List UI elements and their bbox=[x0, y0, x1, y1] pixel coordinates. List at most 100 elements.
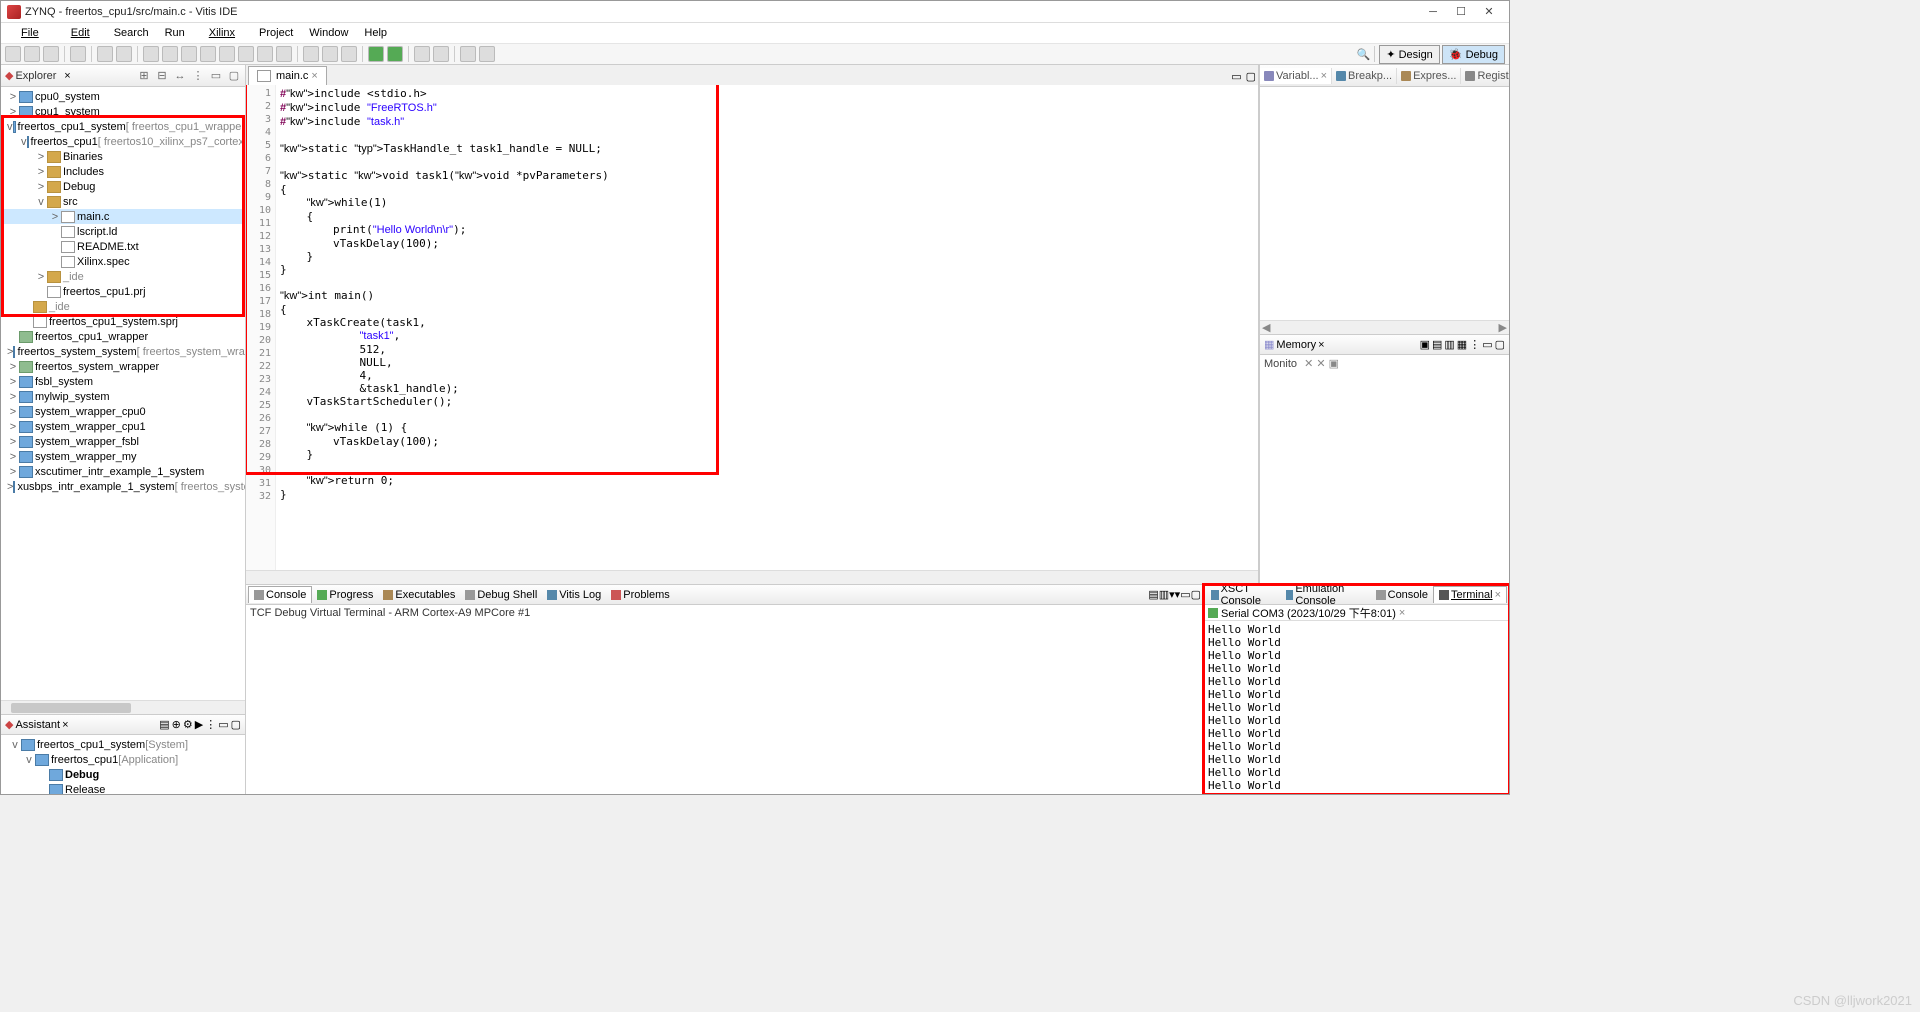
close-tab-icon[interactable]: × bbox=[311, 70, 317, 82]
tree-item[interactable]: Debug bbox=[3, 767, 243, 782]
forward-button[interactable] bbox=[479, 46, 495, 62]
tb-icon-3[interactable] bbox=[341, 46, 357, 62]
tab-console-2[interactable]: Console bbox=[1371, 587, 1433, 603]
memory-close-icon[interactable]: × bbox=[1318, 339, 1324, 351]
explorer-close-icon[interactable]: × bbox=[60, 69, 74, 83]
tree-item[interactable]: freertos_cpu1_system.sprj bbox=[1, 314, 245, 329]
editor-scrollbar[interactable] bbox=[246, 570, 1258, 584]
explorer-maximize-icon[interactable]: ▢ bbox=[227, 69, 241, 83]
tree-item[interactable]: >_ide bbox=[1, 269, 245, 284]
tree-item[interactable]: >fsbl_system bbox=[1, 374, 245, 389]
step-into-button[interactable] bbox=[238, 46, 254, 62]
suspend-button[interactable] bbox=[181, 46, 197, 62]
explorer-minimize-icon[interactable]: ▭ bbox=[209, 69, 223, 83]
tree-item[interactable]: >system_wrapper_fsbl bbox=[1, 434, 245, 449]
assistant-close-icon[interactable]: × bbox=[62, 719, 68, 731]
menu-file[interactable]: File bbox=[5, 25, 55, 41]
tree-item[interactable]: >system_wrapper_my bbox=[1, 449, 245, 464]
explorer-toolbar-icon[interactable]: ⋮ bbox=[191, 69, 205, 83]
tb-icon-1[interactable] bbox=[303, 46, 319, 62]
tree-item[interactable]: >xusbps_intr_example_1_system [ freertos… bbox=[1, 479, 245, 494]
tab-registers[interactable]: Registe... bbox=[1461, 68, 1509, 84]
tab-expressions[interactable]: Expres... bbox=[1397, 68, 1461, 84]
tree-item[interactable]: vfreertos_cpu1 [Application] bbox=[3, 752, 243, 767]
tab-terminal[interactable]: Terminal× bbox=[1433, 586, 1507, 603]
tree-item[interactable]: vfreertos_cpu1_system [ freertos_cpu1_wr… bbox=[1, 119, 245, 134]
menu-search[interactable]: Search bbox=[106, 25, 157, 41]
console-icon[interactable]: ▥ bbox=[1159, 588, 1169, 601]
tab-progress[interactable]: Progress bbox=[312, 587, 378, 603]
tree-item[interactable]: >Binaries bbox=[1, 149, 245, 164]
wand-icon[interactable] bbox=[116, 46, 132, 62]
console-maximize-icon[interactable]: ▢ bbox=[1191, 588, 1201, 601]
serial-close-icon[interactable]: × bbox=[1399, 607, 1405, 619]
editor-maximize-icon[interactable]: ▢ bbox=[1244, 68, 1258, 85]
tree-item[interactable]: Release bbox=[3, 782, 243, 794]
tree-item[interactable]: >mylwip_system bbox=[1, 389, 245, 404]
console-minimize-icon[interactable]: ▭ bbox=[1180, 588, 1190, 601]
tree-item[interactable]: lscript.ld bbox=[1, 224, 245, 239]
step-over-button[interactable] bbox=[257, 46, 273, 62]
build-button[interactable] bbox=[70, 46, 86, 62]
tree-item[interactable]: vfreertos_cpu1_system [System] bbox=[3, 737, 243, 752]
mem-icon[interactable]: ▤ bbox=[1432, 338, 1442, 351]
debug-button[interactable] bbox=[387, 46, 403, 62]
tab-vitis-log[interactable]: Vitis Log bbox=[542, 587, 606, 603]
terminate-button[interactable] bbox=[200, 46, 216, 62]
tree-item[interactable]: vsrc bbox=[1, 194, 245, 209]
step-return-button[interactable] bbox=[276, 46, 292, 62]
mem-icon[interactable]: ⋮ bbox=[1469, 338, 1480, 351]
perspective-design[interactable]: ✦ Design bbox=[1379, 45, 1440, 64]
search-icon[interactable]: 🔍 bbox=[1357, 48, 1371, 61]
tb-icon-5[interactable] bbox=[433, 46, 449, 62]
tree-item[interactable]: >freertos_system_system [ freertos_syste… bbox=[1, 344, 245, 359]
back-button[interactable] bbox=[460, 46, 476, 62]
code-editor[interactable]: 1234567891011121314151617181920212223242… bbox=[246, 85, 1258, 570]
tab-breakpoints[interactable]: Breakp... bbox=[1332, 68, 1397, 84]
console-icon[interactable]: ▤ bbox=[1148, 588, 1158, 601]
console-body[interactable]: TCF Debug Virtual Terminal - ARM Cortex-… bbox=[246, 605, 1203, 794]
explorer-toolbar-icon[interactable]: ↔ bbox=[173, 69, 187, 83]
mem-icon[interactable]: ▣ bbox=[1420, 338, 1430, 351]
tab-console[interactable]: Console bbox=[248, 586, 312, 603]
save-button[interactable] bbox=[24, 46, 40, 62]
asst-maximize-icon[interactable]: ▢ bbox=[231, 718, 241, 731]
tree-item[interactable]: >freertos_system_wrapper bbox=[1, 359, 245, 374]
menu-edit[interactable]: Edit bbox=[55, 25, 106, 41]
asst-icon[interactable]: ⊕ bbox=[172, 718, 181, 731]
tree-item[interactable]: >cpu0_system bbox=[1, 89, 245, 104]
tree-item[interactable]: >system_wrapper_cpu1 bbox=[1, 419, 245, 434]
tree-item[interactable]: freertos_cpu1_wrapper bbox=[1, 329, 245, 344]
tree-item[interactable]: >xscutimer_intr_example_1_system bbox=[1, 464, 245, 479]
menu-window[interactable]: Window bbox=[301, 25, 356, 41]
tree-item[interactable]: >cpu1_system bbox=[1, 104, 245, 119]
tb-icon-4[interactable] bbox=[414, 46, 430, 62]
hammer-icon[interactable] bbox=[97, 46, 113, 62]
tab-problems[interactable]: Problems bbox=[606, 587, 674, 603]
minimize-button[interactable]: ─ bbox=[1419, 3, 1447, 21]
asst-minimize-icon[interactable]: ▭ bbox=[218, 718, 228, 731]
tree-item[interactable]: freertos_cpu1.prj bbox=[1, 284, 245, 299]
explorer-toolbar-icon[interactable]: ⊟ bbox=[155, 69, 169, 83]
menu-project[interactable]: Project bbox=[251, 25, 301, 41]
tree-item[interactable]: _ide bbox=[1, 299, 245, 314]
tab-debug-shell[interactable]: Debug Shell bbox=[460, 587, 542, 603]
resume-button[interactable] bbox=[162, 46, 178, 62]
explorer-toolbar-icon[interactable]: ⊞ bbox=[137, 69, 151, 83]
tab-variables[interactable]: Variabl...× bbox=[1260, 68, 1332, 84]
mem-minimize-icon[interactable]: ▭ bbox=[1482, 338, 1492, 351]
mem-maximize-icon[interactable]: ▢ bbox=[1495, 338, 1505, 351]
memory-view[interactable]: Monito ✕ ✕ ▣ bbox=[1260, 355, 1509, 584]
skip-button[interactable] bbox=[143, 46, 159, 62]
tree-item[interactable]: >Includes bbox=[1, 164, 245, 179]
new-button[interactable] bbox=[5, 46, 21, 62]
menu-xilinx[interactable]: Xilinx bbox=[193, 25, 251, 41]
horizontal-scrollbar[interactable] bbox=[1, 700, 245, 714]
asst-icon[interactable]: ▶ bbox=[195, 718, 203, 731]
editor-minimize-icon[interactable]: ▭ bbox=[1229, 68, 1243, 85]
tree-item[interactable]: Xilinx.spec bbox=[1, 254, 245, 269]
tb-icon-2[interactable] bbox=[322, 46, 338, 62]
tree-item[interactable]: >system_wrapper_cpu0 bbox=[1, 404, 245, 419]
asst-icon[interactable]: ⚙ bbox=[183, 718, 193, 731]
explorer-tree[interactable]: >cpu0_system>cpu1_systemvfreertos_cpu1_s… bbox=[1, 87, 245, 700]
